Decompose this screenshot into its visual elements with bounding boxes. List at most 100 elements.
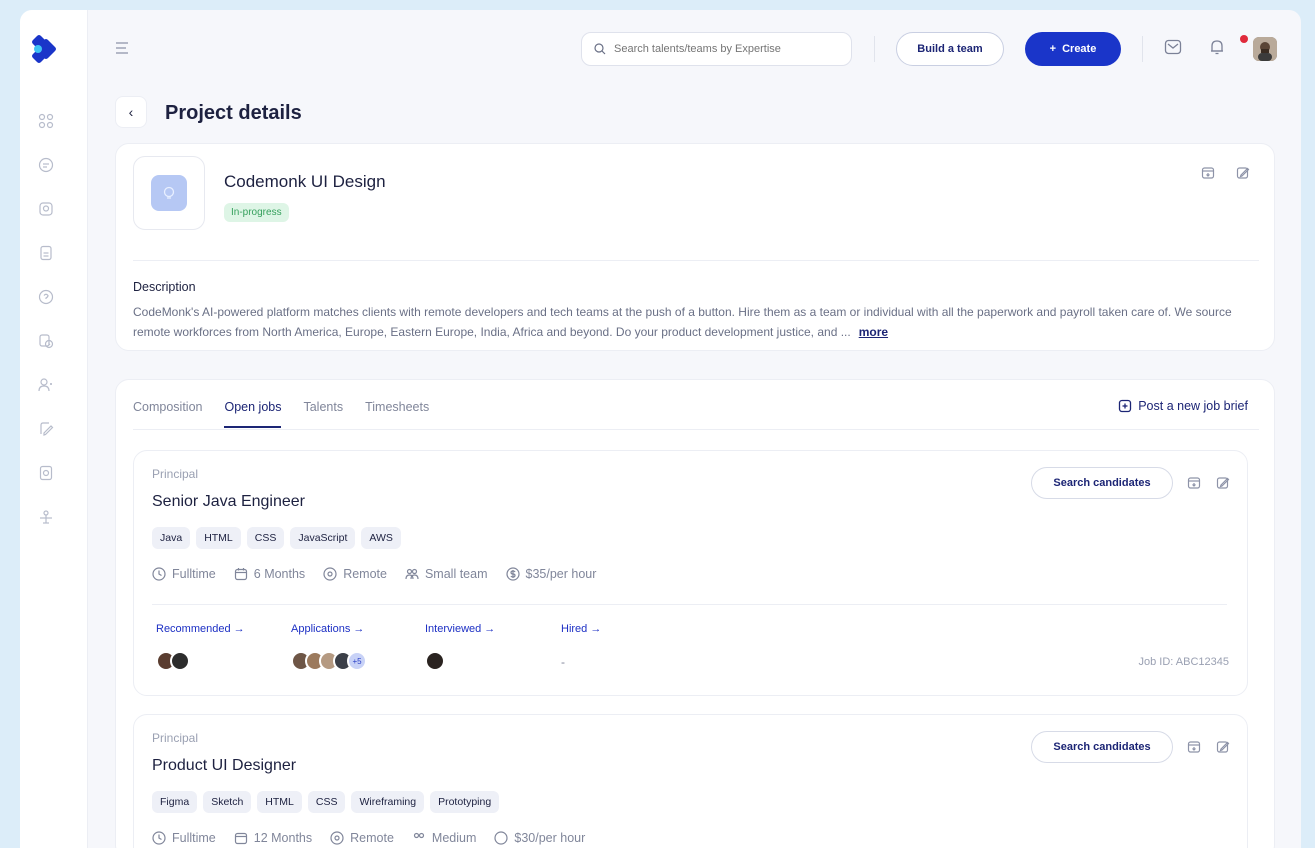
job-rate: $30/per hour [514, 831, 586, 845]
job-title: Senior Java Engineer [152, 493, 305, 510]
description-text: CodeMonk's AI-powered platform matches c… [133, 302, 1259, 342]
job-card: Principal Product UI Designer Figma Sket… [133, 714, 1248, 848]
document-icon[interactable] [37, 244, 55, 262]
search-box[interactable] [581, 32, 852, 66]
skill-chip: Java [152, 527, 191, 549]
back-button[interactable]: ‹ [115, 96, 147, 128]
divider [133, 260, 1259, 261]
interviewed-avatars[interactable] [425, 651, 445, 671]
job-rate: $35/per hour [525, 567, 597, 581]
bell-icon[interactable] [1208, 38, 1228, 58]
search-icon [594, 43, 606, 55]
notification-dot [1240, 35, 1248, 43]
location-icon [330, 831, 344, 845]
create-button[interactable]: + Create [1025, 32, 1121, 66]
chevron-left-icon: ‹ [128, 104, 134, 120]
edit-doc-icon[interactable] [37, 420, 55, 438]
job-team-size: Medium [431, 831, 477, 845]
hired-value: - [561, 655, 565, 669]
application-avatars[interactable]: +5 [291, 651, 367, 671]
calendar-icon [234, 832, 247, 845]
pipeline-interviewed-link[interactable]: Interviewed → [425, 623, 495, 635]
project-card: Codemonk UI Design In-progress Descripti… [115, 143, 1275, 351]
plus-icon: + [1049, 43, 1057, 55]
description-body: CodeMonk's AI-powered platform matches c… [133, 305, 1232, 339]
clock-icon [152, 567, 166, 581]
search-input[interactable] [614, 43, 824, 55]
clock-icon [152, 831, 166, 845]
job-location: Remote [343, 567, 387, 581]
skill-chip: Wireframing [351, 791, 425, 813]
clock-file-icon[interactable] [37, 332, 55, 350]
job-title: Product UI Designer [152, 757, 297, 774]
invoice-icon[interactable] [37, 464, 55, 482]
status-badge: In-progress [224, 203, 289, 222]
user-avatar[interactable] [1253, 37, 1277, 61]
skill-chip: CSS [307, 791, 346, 813]
tabs-divider [133, 429, 1259, 430]
skill-chip: HTML [257, 791, 302, 813]
description-label: Description [133, 280, 196, 294]
divider [874, 36, 875, 62]
job-level: Principal [152, 467, 199, 481]
app-frame: Build a team + Create ‹ Project details … [20, 10, 1301, 848]
post-job-button[interactable]: Post a new job brief [1118, 399, 1248, 413]
job-duration: 12 Months [253, 831, 313, 845]
tab-bar: Composition Open jobs Talents Timesheets [133, 400, 451, 428]
menu-icon[interactable] [116, 42, 130, 54]
pipeline-applications-link[interactable]: Applications → [291, 623, 364, 635]
chat-icon[interactable] [37, 156, 55, 174]
pipeline-recommended-link[interactable]: Recommended → [156, 623, 245, 635]
dashboard-icon[interactable] [37, 112, 55, 130]
archive-icon[interactable] [1199, 164, 1217, 182]
project-name: Codemonk UI Design [224, 172, 386, 191]
divider [1142, 36, 1143, 62]
recommended-avatars[interactable] [156, 651, 190, 671]
settings-icon[interactable] [37, 508, 55, 526]
skill-chips: Java HTML CSS JavaScript AWS [152, 527, 401, 549]
tab-open-jobs[interactable]: Open jobs [224, 400, 281, 428]
logo-icon[interactable] [30, 32, 66, 66]
job-type: Fulltime [172, 831, 216, 845]
edit-icon[interactable] [1214, 738, 1232, 756]
dollar-icon [494, 831, 508, 845]
team-icon [413, 832, 425, 839]
job-divider [152, 604, 1227, 605]
location-icon [323, 567, 337, 581]
job-id: Job ID: ABC12345 [1138, 656, 1229, 668]
job-location: Remote [350, 831, 394, 845]
tab-talents[interactable]: Talents [303, 400, 343, 426]
pipeline-hired-link[interactable]: Hired → [561, 623, 601, 635]
dollar-icon [505, 567, 520, 581]
edit-icon[interactable] [1214, 474, 1232, 492]
help-icon[interactable] [37, 288, 55, 306]
skill-chip: JavaScript [290, 527, 356, 549]
tab-composition[interactable]: Composition [133, 400, 202, 426]
skill-chips: Figma Sketch HTML CSS Wireframing Protot… [152, 791, 500, 813]
add-square-icon [1119, 399, 1132, 413]
jobs-card: Composition Open jobs Talents Timesheets… [115, 379, 1275, 848]
tab-timesheets[interactable]: Timesheets [365, 400, 429, 426]
more-link[interactable]: more [859, 325, 888, 339]
job-type: Fulltime [172, 567, 216, 581]
page-title: Project details [165, 102, 302, 124]
search-candidates-button[interactable]: Search candidates [1031, 731, 1173, 763]
skill-chip: CSS [246, 527, 285, 549]
users-icon[interactable] [37, 376, 55, 394]
search-candidates-button[interactable]: Search candidates [1031, 467, 1173, 499]
project-thumbnail [133, 156, 205, 230]
more-count-badge: +5 [347, 651, 367, 671]
skill-chip: Prototyping [430, 791, 500, 813]
archive-icon[interactable] [1185, 738, 1203, 756]
create-button-label: Create [1062, 43, 1097, 55]
shield-icon[interactable] [37, 200, 55, 218]
build-team-button[interactable]: Build a team [896, 32, 1004, 66]
job-team-size: Small team [424, 567, 488, 581]
sidebar [20, 10, 88, 848]
archive-icon[interactable] [1185, 474, 1203, 492]
skill-chip: HTML [196, 527, 241, 549]
job-meta: Fulltime 12 Months Remote Medium $30/per… [152, 831, 585, 845]
skill-chip: AWS [361, 527, 401, 549]
mail-icon[interactable] [1164, 38, 1184, 58]
edit-icon[interactable] [1234, 164, 1252, 182]
